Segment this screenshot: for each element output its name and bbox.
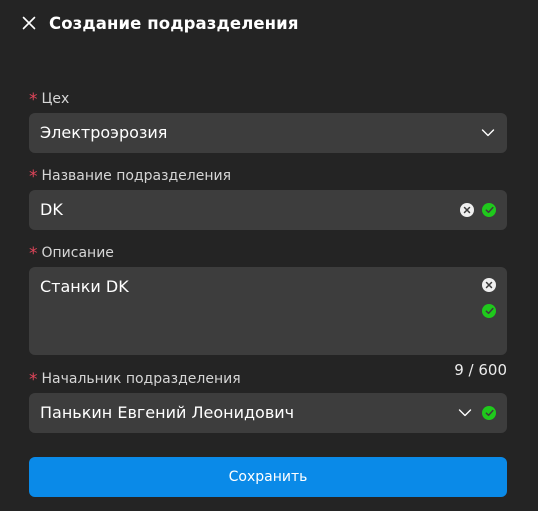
head-select-value: Панькин Евгений Леонидович	[40, 403, 295, 422]
description-textarea-value: Станки DK	[40, 277, 129, 296]
chevron-down-icon[interactable]	[481, 128, 495, 138]
close-button[interactable]	[21, 15, 37, 31]
check-glyph	[485, 307, 494, 315]
description-textarea[interactable]: Станки DK	[29, 267, 507, 355]
head-label: * Начальник подразделения	[29, 370, 241, 390]
dialog-title: Создание подразделения	[49, 13, 299, 33]
required-asterisk: *	[29, 167, 38, 187]
workshop-select-value: Электроэрозия	[40, 123, 168, 142]
name-input-value: DK	[40, 200, 63, 219]
dialog-header: Создание подразделения	[21, 11, 299, 35]
check-glyph	[485, 409, 494, 417]
workshop-select[interactable]: Электроэрозия	[29, 113, 507, 153]
close-icon	[22, 16, 36, 30]
clear-icon[interactable]	[482, 278, 496, 292]
required-asterisk: *	[29, 244, 38, 264]
head-label-text: Начальник подразделения	[41, 371, 241, 387]
description-label: * Описание	[29, 244, 114, 264]
name-label-text: Название подразделения	[41, 168, 232, 184]
name-label: * Название подразделения	[29, 167, 232, 187]
workshop-label-text: Цех	[41, 91, 70, 107]
valid-check-icon	[482, 203, 496, 217]
description-label-text: Описание	[41, 245, 114, 261]
required-asterisk: *	[29, 90, 38, 110]
description-char-counter: 9 / 600	[454, 361, 507, 379]
check-glyph	[485, 206, 494, 214]
valid-check-icon	[482, 406, 496, 420]
workshop-label: * Цех	[29, 90, 70, 110]
head-select[interactable]: Панькин Евгений Леонидович	[29, 393, 507, 433]
clear-x-glyph	[485, 281, 493, 289]
valid-check-icon	[482, 304, 496, 318]
chevron-down-icon[interactable]	[458, 408, 472, 418]
clear-icon[interactable]	[460, 203, 474, 217]
required-asterisk: *	[29, 370, 38, 390]
name-input[interactable]: DK	[29, 190, 507, 230]
clear-x-glyph	[463, 206, 471, 214]
save-button[interactable]: Сохранить	[29, 457, 507, 497]
